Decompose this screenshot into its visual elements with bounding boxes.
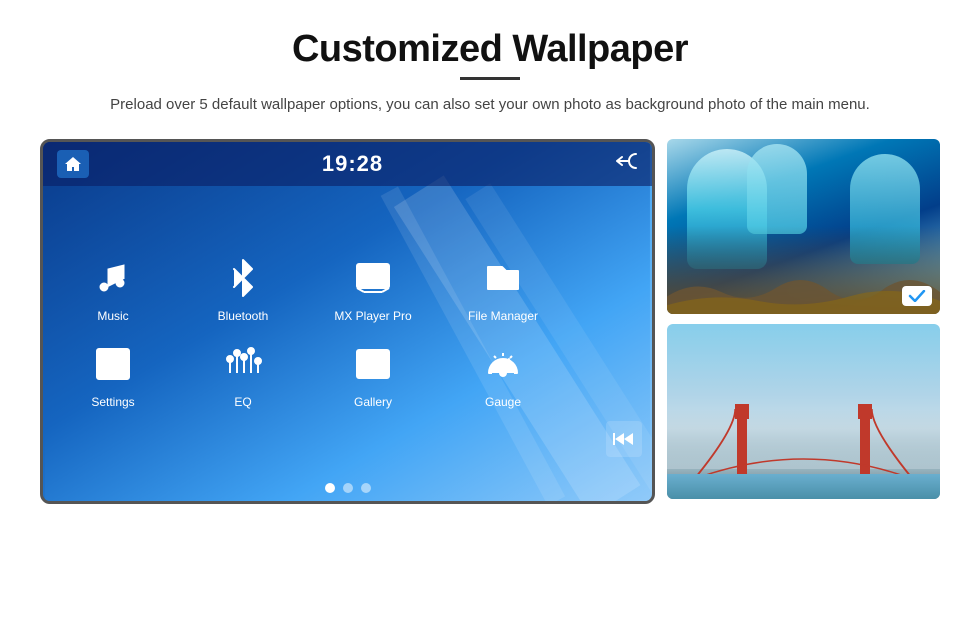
app-music-label: Music [97,309,128,323]
dot-2[interactable] [343,483,353,493]
gauge-icon-box [478,339,528,389]
gallery-icon-box [348,339,398,389]
music-icon-box [88,253,138,303]
notification-badge [902,286,932,306]
app-file-label: File Manager [468,309,538,323]
eq-icon-box [218,339,268,389]
app-row-1: Music Bluetooth [43,253,652,323]
title-underline [460,77,520,80]
back-button[interactable] [616,152,638,176]
ice-shape-2 [747,144,807,234]
app-grid: Music Bluetooth [43,192,652,471]
topbar: 19:28 [43,142,652,186]
music-icon [94,259,132,297]
topbar-time: 19:28 [322,151,383,177]
app-gauge-label: Gauge [485,395,521,409]
app-file-manager[interactable]: File Manager [463,253,543,323]
bridge-cables-svg [667,409,940,479]
dot-3[interactable] [361,483,371,493]
page-subtitle: Preload over 5 default wallpaper options… [110,94,870,117]
bluetooth-icon-box [218,253,268,303]
app-gallery-label: Gallery [354,395,392,409]
settings-icon [94,345,132,383]
app-bluetooth-label: Bluetooth [218,309,269,323]
app-bluetooth[interactable]: Bluetooth [203,253,283,323]
water [667,474,940,499]
video-player-icon [354,259,392,297]
rocks-svg [667,244,940,314]
settings-icon-box [88,339,138,389]
app-mx-player[interactable]: MX Player Pro [333,253,413,323]
checkmark-icon [908,290,926,302]
ice-cave-image [667,139,940,314]
dot-1[interactable] [325,483,335,493]
gauge-icon [484,345,522,383]
file-manager-icon-box [478,253,528,303]
app-gauge[interactable]: Gauge [463,339,543,409]
app-settings-label: Settings [91,395,134,409]
bluetooth-icon [224,259,262,297]
app-gallery[interactable]: Gallery [333,339,413,409]
content-row: 19:28 [40,139,940,504]
page-container: Customized Wallpaper Preload over 5 defa… [0,0,980,634]
equalizer-icon [224,345,262,383]
gallery-icon [354,345,392,383]
app-settings[interactable]: Settings [73,339,153,409]
golden-gate-image [667,324,940,499]
mx-player-icon-box [348,253,398,303]
app-music[interactable]: Music [73,253,153,323]
skip-back-icon [613,431,635,447]
page-dots [325,483,371,493]
app-eq[interactable]: EQ [203,339,283,409]
app-row-2: Settings [43,339,652,409]
home-button[interactable] [57,150,89,178]
app-mx-label: MX Player Pro [334,309,411,323]
right-images [667,139,940,499]
app-eq-label: EQ [234,395,251,409]
folder-icon [484,259,522,297]
page-title: Customized Wallpaper [292,28,688,71]
skip-button[interactable] [606,421,642,457]
ice-cave-thumbnail[interactable] [667,139,940,314]
car-screen: 19:28 [40,139,655,504]
golden-gate-thumbnail[interactable] [667,324,940,499]
